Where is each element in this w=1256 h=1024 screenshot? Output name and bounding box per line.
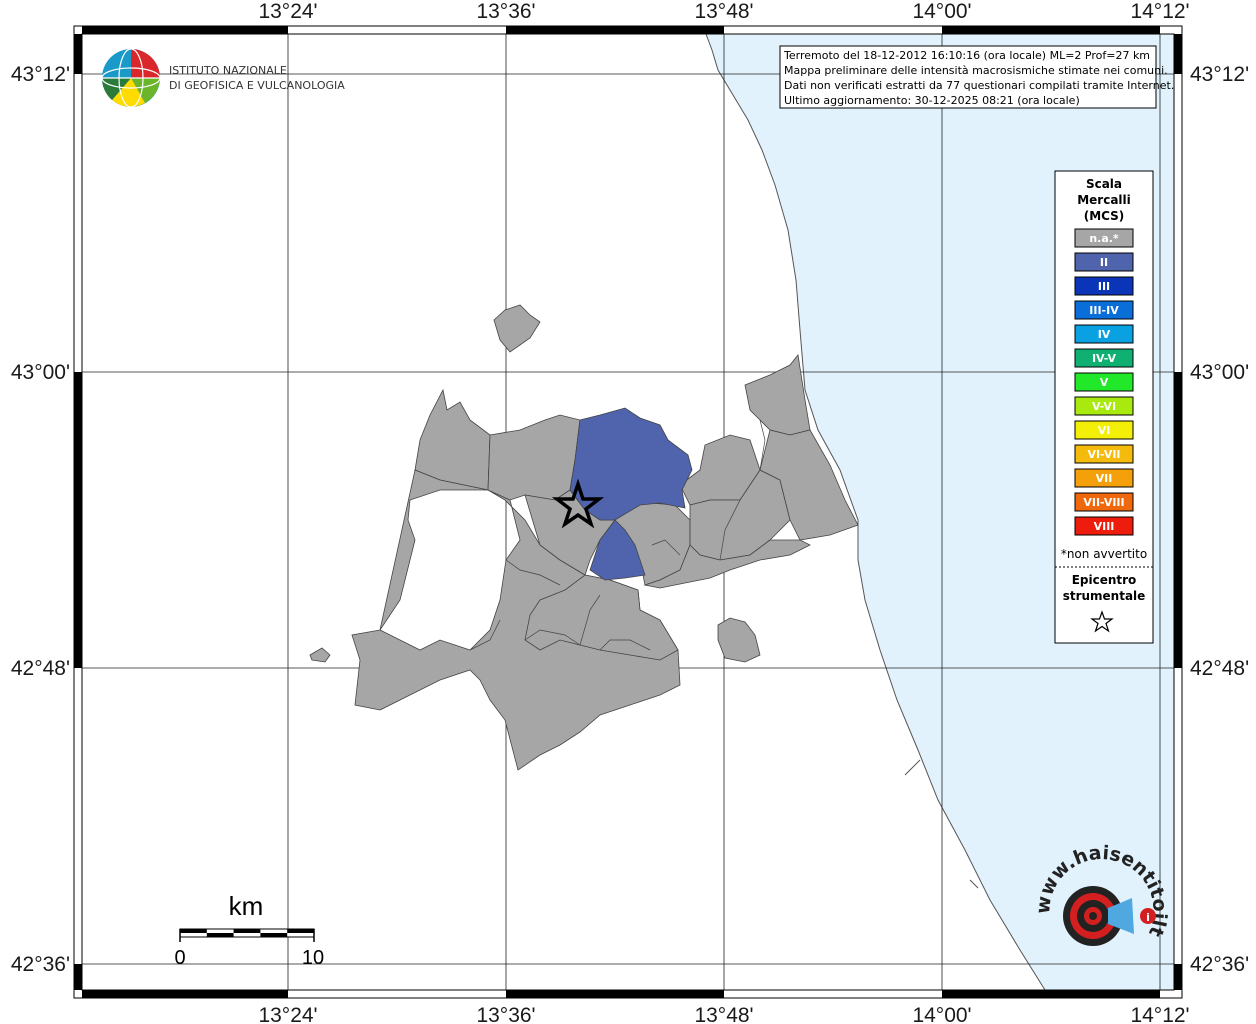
intensity-legend: Scala Mercalli (MCS) n.a.*IIIIIIII-IVIVI… <box>1054 170 1154 644</box>
lon-label: 13°36' <box>476 1004 535 1024</box>
info-line-event: Terremoto del 18-12-2012 16:10:16 (ora l… <box>783 49 1150 62</box>
legend-label: IV <box>1098 328 1111 341</box>
ingv-logo-line1: ISTITUTO NAZIONALE <box>169 64 287 77</box>
lon-label: 13°24' <box>258 0 317 23</box>
ingv-globe-icon <box>101 48 161 108</box>
lat-label: 42°36' <box>1190 953 1249 976</box>
lat-label: 43°00' <box>11 361 70 384</box>
legend-label: VI-VII <box>1087 448 1120 461</box>
legend-item: IV <box>1074 324 1134 344</box>
lon-label: 13°48' <box>694 1004 753 1024</box>
legend-item: n.a.* <box>1074 228 1134 248</box>
legend-item: III <box>1074 276 1134 296</box>
lon-label: 14°12' <box>1130 0 1189 23</box>
legend-item: V-VI <box>1074 396 1134 416</box>
lat-label: 42°48' <box>11 657 70 680</box>
epicenter-legend-line2: strumentale <box>1063 589 1146 603</box>
scale-max: 10 <box>302 947 324 969</box>
legend-label: V <box>1100 376 1109 389</box>
lat-label: 42°48' <box>1190 657 1249 680</box>
legend-label: V-VI <box>1092 400 1116 413</box>
legend-item: III-IV <box>1074 300 1134 320</box>
legend-label: VI <box>1098 424 1111 437</box>
legend-label: VII-VIII <box>1083 496 1124 509</box>
legend-item: VI <box>1074 420 1134 440</box>
legend-title-line1: Scala <box>1086 177 1122 191</box>
scale-min: 0 <box>174 947 185 969</box>
legend-item: IV-V <box>1074 348 1134 368</box>
legend-item: VIII <box>1074 516 1134 536</box>
lat-label: 42°36' <box>11 953 70 976</box>
svg-text:i: i <box>1146 911 1150 924</box>
ingv-logo-line2: DI GEOFISICA E VULCANOLOGIA <box>169 79 345 92</box>
legend-item: VII <box>1074 468 1134 488</box>
lon-label: 14°00' <box>912 1004 971 1024</box>
legend-item: VI-VII <box>1074 444 1134 464</box>
lon-labels-bottom: 13°24' 13°36' 13°48' 14°00' 14°12' <box>258 1004 1189 1024</box>
legend-title-line3: (MCS) <box>1084 209 1125 223</box>
legend-label: II <box>1100 256 1108 269</box>
lat-label: 43°00' <box>1190 361 1249 384</box>
legend-label: VIII <box>1094 520 1115 533</box>
lon-label: 13°24' <box>258 1004 317 1024</box>
info-line-source: Dati non verificati estratti da 77 quest… <box>784 79 1174 92</box>
legend-footnote: *non avvertito <box>1061 547 1147 561</box>
lon-labels-top: 13°24' 13°36' 13°48' 14°00' 14°12' <box>258 0 1189 23</box>
lon-label: 14°00' <box>912 0 971 23</box>
lat-label: 43°12' <box>1190 63 1249 86</box>
legend-item: VII-VIII <box>1074 492 1134 512</box>
info-box: Terremoto del 18-12-2012 16:10:16 (ora l… <box>779 45 1174 109</box>
legend-item: V <box>1074 372 1134 392</box>
legend-item: II <box>1074 252 1134 272</box>
legend-label: IV-V <box>1092 352 1117 365</box>
info-icon: i <box>1140 908 1156 924</box>
lat-labels-left: 43°12' 43°00' 42°48' 42°36' <box>11 63 70 976</box>
lat-label: 43°12' <box>11 63 70 86</box>
lon-label: 14°12' <box>1130 1004 1189 1024</box>
info-line-updated: Ultimo aggiornamento: 30-12-2025 08:21 (… <box>784 94 1080 107</box>
legend-label: III <box>1098 280 1110 293</box>
legend-label: n.a.* <box>1089 232 1119 245</box>
legend-label: VII <box>1096 472 1113 485</box>
lon-label: 13°48' <box>694 0 753 23</box>
scale-unit: km <box>229 891 264 921</box>
lat-labels-right: 43°12' 43°00' 42°48' 42°36' <box>1190 63 1249 976</box>
epicenter-legend-line1: Epicentro <box>1072 573 1137 587</box>
info-line-description: Mappa preliminare delle intensità macros… <box>784 64 1168 77</box>
legend-title-line2: Mercalli <box>1077 193 1131 207</box>
intensity-map: 13°24' 13°36' 13°48' 14°00' 14°12' 13°24… <box>0 0 1249 1024</box>
lon-label: 13°36' <box>476 0 535 23</box>
legend-label: III-IV <box>1089 304 1119 317</box>
